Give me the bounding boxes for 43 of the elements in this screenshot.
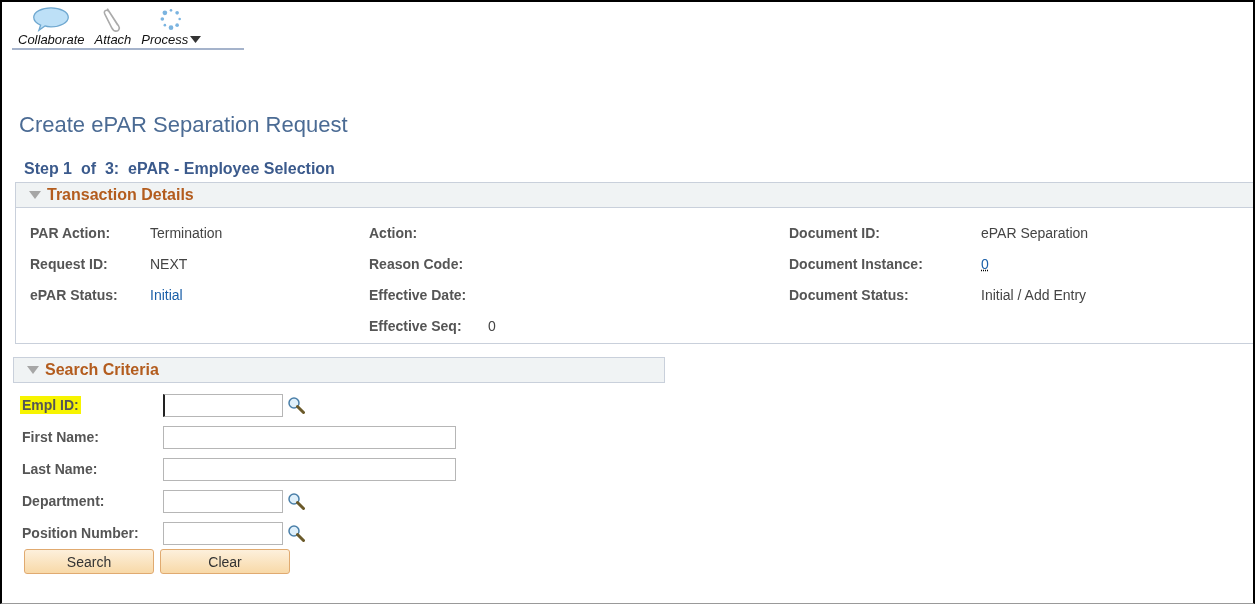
- input-field[interactable]: [163, 393, 283, 417]
- field-label: Empl ID:: [20, 396, 81, 414]
- search-icon[interactable]: [287, 492, 305, 510]
- field-label: Action:: [369, 224, 419, 241]
- field-label: Reason Code:: [369, 255, 465, 272]
- input-field[interactable]: [163, 457, 456, 481]
- collapse-triangle-icon[interactable]: [27, 366, 39, 374]
- field-label: Document ID:: [789, 224, 881, 241]
- input-field[interactable]: [163, 521, 283, 545]
- field-label: PAR Action:: [30, 224, 112, 241]
- collapse-triangle-icon[interactable]: [29, 191, 41, 199]
- field-label: Request ID:: [30, 255, 109, 272]
- page-title: Create ePAR Separation Request: [19, 112, 349, 138]
- field-label: Effective Seq:: [369, 317, 463, 334]
- section-title[interactable]: Transaction Details: [47, 186, 194, 204]
- action-button[interactable]: Search: [24, 549, 154, 574]
- field-value: ePAR Separation: [981, 224, 1089, 241]
- toolbar-button[interactable]: Attach: [94, 32, 132, 47]
- field-label: ePAR Status:: [30, 286, 119, 303]
- dropdown-caret-icon[interactable]: [190, 36, 202, 43]
- search-icon[interactable]: [287, 524, 305, 542]
- field-label: Last Name:: [22, 461, 98, 477]
- input-field[interactable]: [163, 425, 456, 449]
- field-label: Document Instance:: [789, 255, 924, 272]
- toolbar-button[interactable]: Process: [141, 32, 189, 47]
- search-icon[interactable]: [287, 396, 305, 414]
- field-label: Effective Date:: [369, 286, 468, 303]
- field-value: Termination: [150, 224, 223, 241]
- value-link[interactable]: Initial: [150, 286, 183, 303]
- toolbar-button[interactable]: Collaborate: [18, 32, 85, 47]
- input-field[interactable]: [163, 489, 283, 513]
- field-value: Initial / Add Entry: [981, 286, 1087, 303]
- field-value: NEXT: [150, 255, 188, 272]
- section-title[interactable]: Search Criteria: [45, 361, 159, 379]
- field-label: Position Number:: [22, 525, 139, 541]
- field-value: 0: [488, 317, 496, 334]
- value-link[interactable]: 0: [981, 255, 989, 272]
- step-heading: Step 1 of 3: ePAR - Employee Selection: [24, 160, 336, 178]
- action-button[interactable]: Clear: [160, 549, 290, 574]
- speech-bubble-icon: [32, 6, 71, 32]
- field-label: Document Status:: [789, 286, 910, 303]
- field-label: First Name:: [22, 429, 100, 445]
- field-label: Department:: [22, 493, 105, 509]
